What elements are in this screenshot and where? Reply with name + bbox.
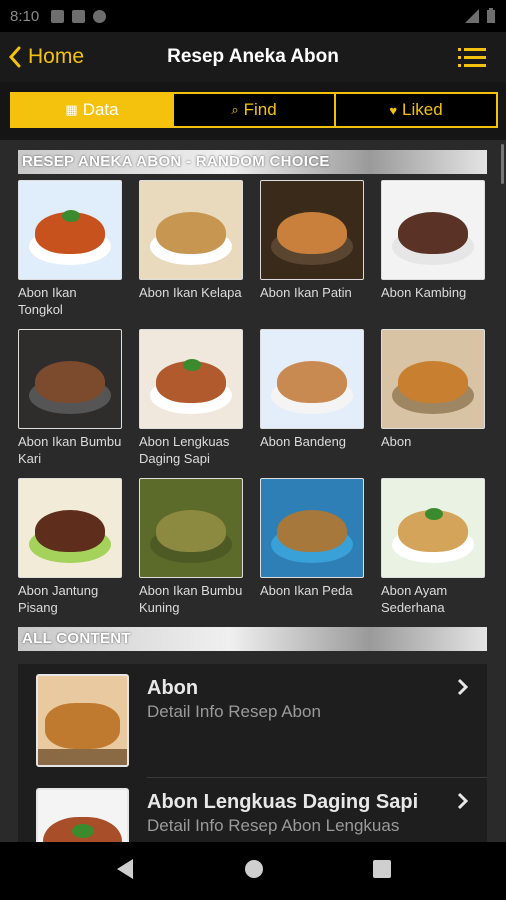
recipe-thumbnail	[381, 478, 485, 578]
signal-icon	[465, 9, 479, 23]
back-button[interactable]: Home	[8, 45, 84, 69]
menu-button[interactable]	[458, 46, 486, 73]
recipe-thumbnail	[36, 674, 129, 767]
chevron-left-icon	[8, 46, 21, 68]
grid-icon: ▦	[65, 102, 78, 117]
tab-liked-label: Liked	[402, 100, 443, 119]
recipe-thumbnail	[139, 329, 243, 429]
status-bar: 8:10	[0, 0, 506, 32]
battery-icon	[487, 8, 495, 23]
tab-bar: ▦ Data ⌕ Find ♥ Liked	[10, 92, 498, 128]
tab-data-label: Data	[82, 100, 119, 119]
grid-card-label: Abon Ikan Bumbu Kuning	[139, 583, 243, 615]
grid-card[interactable]: Abon Ikan Kelapa	[139, 180, 243, 301]
recipe-thumbnail	[260, 180, 364, 280]
section-header-all: ALL CONTENT	[18, 627, 487, 651]
grid-card-label: Abon Bandeng	[260, 434, 347, 449]
grid-card-label: Abon Ikan Peda	[260, 583, 353, 598]
grid-card-label: Abon Ayam Sederhana	[381, 583, 448, 615]
tab-data[interactable]: ▦ Data	[12, 94, 174, 126]
recipe-thumbnail	[18, 478, 122, 578]
recipe-thumbnail	[260, 478, 364, 578]
content-list: Abon Detail Info Resep Abon Abon Lengkua…	[18, 664, 487, 842]
list-item[interactable]: Abon Lengkuas Daging Sapi Detail Info Re…	[18, 778, 487, 842]
nav-home-button[interactable]	[244, 859, 264, 884]
grid-card-label: Abon Ikan Tongkol	[18, 285, 77, 317]
recipe-thumbnail	[139, 180, 243, 280]
heart-icon: ♥	[389, 102, 398, 118]
sync-icon	[93, 9, 107, 23]
grid-card[interactable]: Abon Kambing	[381, 180, 485, 301]
back-label: Home	[28, 45, 85, 68]
tab-find[interactable]: ⌕ Find	[174, 94, 336, 126]
grid-card[interactable]: Abon Ikan Patin	[260, 180, 364, 301]
list-menu-icon	[458, 48, 486, 67]
recipe-thumbnail	[139, 478, 243, 578]
notification-icon	[51, 9, 65, 23]
grid-card-label: Abon	[381, 434, 412, 449]
square-recents-icon	[373, 859, 392, 878]
grid-card-label: Abon Jantung Pisang	[18, 583, 99, 615]
grid-card[interactable]: Abon Ikan Bumbu Kari	[18, 329, 122, 467]
recipe-thumbnail	[36, 788, 129, 842]
grid-card-label: Abon Kambing	[381, 285, 467, 300]
grid-card[interactable]: Abon Lengkuas Daging Sapi	[139, 329, 243, 467]
tab-liked[interactable]: ♥ Liked	[336, 94, 496, 126]
list-item-subtitle: Detail Info Resep Abon Lengkuas	[147, 816, 400, 835]
list-item-subtitle: Detail Info Resep Abon	[147, 702, 321, 721]
grid-card-label: Abon Ikan Patin	[260, 285, 352, 300]
grid-card-label: Abon Lengkuas Daging Sapi	[139, 434, 230, 466]
grid-card[interactable]: Abon Ikan Bumbu Kuning	[139, 478, 243, 616]
recipe-thumbnail	[260, 329, 364, 429]
grid-card[interactable]: Abon Ayam Sederhana	[381, 478, 485, 616]
list-item-title: Abon Lengkuas Daging Sapi	[147, 791, 419, 813]
list-item[interactable]: Abon Detail Info Resep Abon	[18, 664, 487, 778]
grid-card[interactable]: Abon Jantung Pisang	[18, 478, 122, 616]
nav-back-button[interactable]	[115, 858, 135, 885]
system-nav-bar	[0, 842, 506, 900]
grid-card-label: Abon Ikan Bumbu Kari	[18, 434, 122, 466]
recipe-thumbnail	[18, 180, 122, 280]
circle-home-icon	[244, 859, 263, 878]
grid-card[interactable]: Abon Ikan Tongkol	[18, 180, 122, 318]
status-time: 8:10	[10, 7, 40, 25]
recipe-thumbnail	[18, 329, 122, 429]
list-item-title: Abon	[147, 677, 199, 699]
section-header-random: RESEP ANEKA ABON - RANDOM CHOICE	[18, 150, 487, 174]
scrollbar[interactable]	[501, 144, 504, 184]
chevron-right-icon	[457, 678, 469, 696]
chevron-right-icon	[457, 792, 469, 810]
grid-card-label: Abon Ikan Kelapa	[139, 285, 242, 300]
nav-recents-button[interactable]	[373, 859, 392, 883]
search-icon: ⌕	[231, 102, 239, 117]
main-content[interactable]: RESEP ANEKA ABON - RANDOM CHOICE Abon Ik…	[0, 140, 506, 842]
recipe-thumbnail	[381, 180, 485, 280]
grid-card[interactable]: Abon	[381, 329, 485, 450]
grid-card[interactable]: Abon Ikan Peda	[260, 478, 364, 599]
triangle-back-icon	[116, 858, 133, 879]
grid-card[interactable]: Abon Bandeng	[260, 329, 364, 450]
recipe-thumbnail	[381, 329, 485, 429]
sd-card-icon	[72, 9, 86, 23]
tab-find-label: Find	[243, 100, 277, 119]
app-bar: Home Resep Aneka Abon	[0, 32, 506, 82]
